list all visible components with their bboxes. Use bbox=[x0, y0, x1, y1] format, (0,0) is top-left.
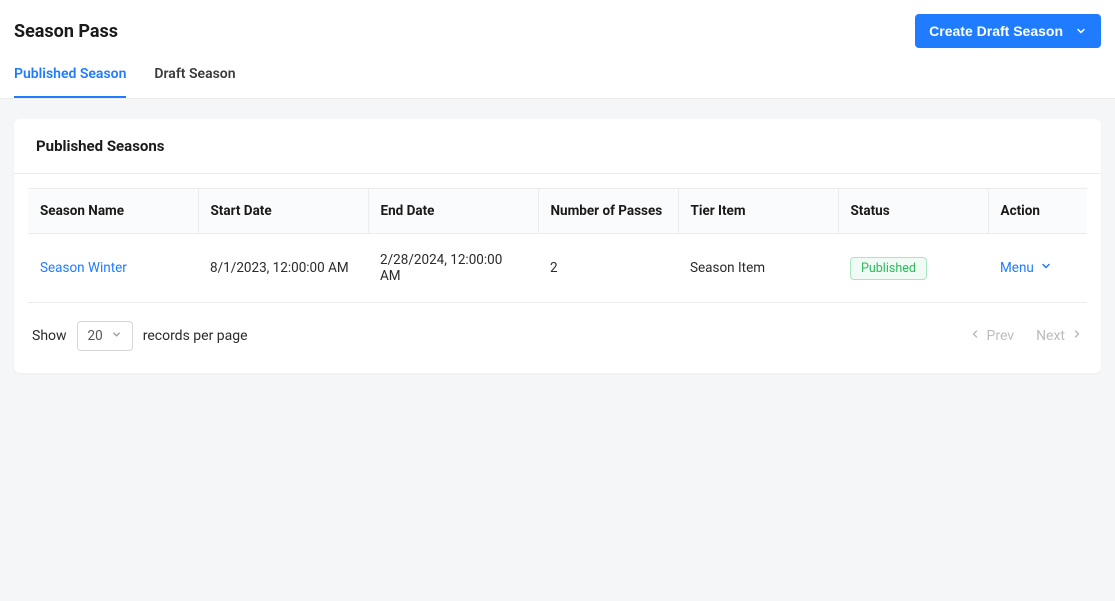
chevron-down-icon bbox=[111, 328, 122, 344]
season-name-link[interactable]: Season Winter bbox=[40, 260, 127, 276]
next-button[interactable]: Next bbox=[1036, 328, 1083, 344]
seasons-table: Season Name Start Date End Date Number o… bbox=[28, 188, 1087, 303]
row-action-menu[interactable]: Menu bbox=[1000, 260, 1075, 276]
next-label: Next bbox=[1036, 328, 1065, 344]
cell-tier-item: Season Item bbox=[678, 234, 838, 303]
chevron-left-icon bbox=[969, 328, 981, 344]
table-header-row: Season Name Start Date End Date Number o… bbox=[28, 189, 1087, 234]
chevron-right-icon bbox=[1071, 328, 1083, 344]
col-number-of-passes: Number of Passes bbox=[538, 189, 678, 234]
cell-number-of-passes: 2 bbox=[538, 234, 678, 303]
published-seasons-card: Published Seasons Season Name Start Date… bbox=[14, 119, 1101, 373]
col-tier-item: Tier Item bbox=[678, 189, 838, 234]
table-row: Season Winter 8/1/2023, 12:00:00 AM 2/28… bbox=[28, 234, 1087, 303]
page-size-select[interactable]: 20 bbox=[77, 321, 133, 351]
status-badge: Published bbox=[850, 257, 927, 280]
col-end-date: End Date bbox=[368, 189, 538, 234]
card-title: Published Seasons bbox=[36, 137, 1079, 155]
chevron-down-icon bbox=[1075, 25, 1087, 37]
chevron-down-icon bbox=[1040, 260, 1052, 276]
cell-end-date: 2/28/2024, 12:00:00 AM bbox=[368, 234, 538, 303]
col-season-name: Season Name bbox=[28, 189, 198, 234]
col-start-date: Start Date bbox=[198, 189, 368, 234]
page-size-value: 20 bbox=[88, 328, 103, 344]
col-action: Action bbox=[988, 189, 1087, 234]
row-action-label: Menu bbox=[1000, 260, 1034, 276]
create-draft-season-button[interactable]: Create Draft Season bbox=[915, 14, 1101, 48]
pager: Prev Next bbox=[969, 328, 1084, 344]
tabs: Published Season Draft Season bbox=[0, 48, 1115, 99]
create-draft-season-label: Create Draft Season bbox=[929, 23, 1063, 39]
prev-label: Prev bbox=[987, 328, 1015, 344]
cell-start-date: 8/1/2023, 12:00:00 AM bbox=[198, 234, 368, 303]
page-size-control: Show 20 records per page bbox=[32, 321, 248, 351]
show-label: Show bbox=[32, 328, 67, 344]
col-status: Status bbox=[838, 189, 988, 234]
prev-button[interactable]: Prev bbox=[969, 328, 1015, 344]
page-title: Season Pass bbox=[14, 21, 118, 42]
tab-published-season[interactable]: Published Season bbox=[14, 66, 126, 98]
records-label: records per page bbox=[143, 328, 248, 344]
tab-draft-season[interactable]: Draft Season bbox=[154, 66, 235, 98]
